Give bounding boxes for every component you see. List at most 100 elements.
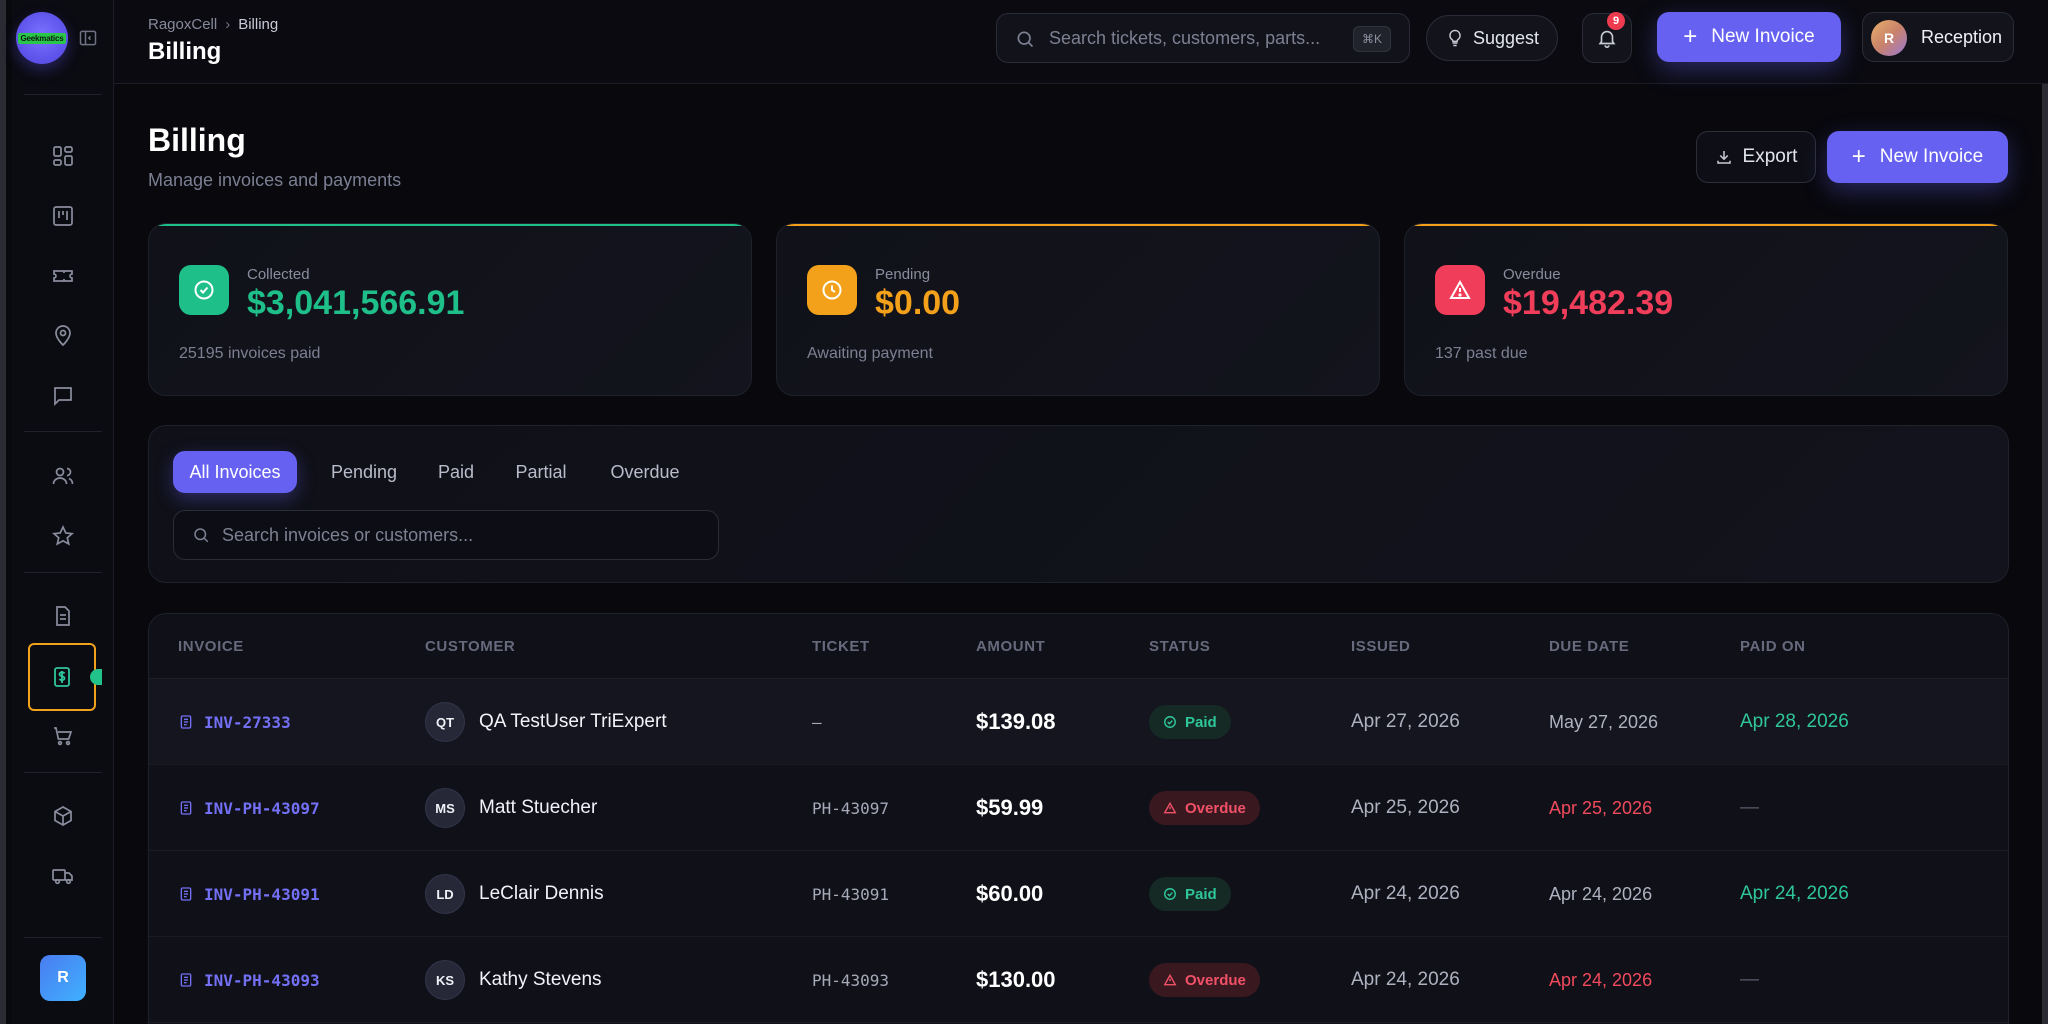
global-search-placeholder: Search tickets, customers, parts... xyxy=(1049,27,1321,48)
new-invoice-button[interactable]: + New Invoice xyxy=(1827,131,2008,183)
column-header[interactable]: PAID ON xyxy=(1740,638,1806,655)
search-icon xyxy=(194,528,209,543)
sidebar-item-favorites[interactable] xyxy=(32,507,94,565)
status-label: Overdue xyxy=(1185,971,1246,989)
chevron-right-icon: › xyxy=(225,16,231,33)
stat-label: Collected xyxy=(247,266,310,283)
customer-name: Kathy Stevens xyxy=(479,969,602,990)
status-cell: Overdue xyxy=(1149,937,1260,1023)
issued-date: Apr 27, 2026 xyxy=(1351,711,1460,732)
customer-avatar: LD xyxy=(425,874,465,914)
sidebar-item-messages[interactable] xyxy=(32,367,94,425)
breadcrumb-root[interactable]: RagoxCell xyxy=(148,16,217,33)
invoice-search-input[interactable]: Search invoices or customers... xyxy=(173,510,719,560)
chat-icon xyxy=(54,387,72,407)
breadcrumb-current: Billing xyxy=(238,16,279,33)
sidebar-item-billing[interactable] xyxy=(28,643,102,711)
customer-cell: LD LeClair Dennis xyxy=(425,851,604,937)
invoice-search-placeholder: Search invoices or customers... xyxy=(222,524,474,545)
column-header[interactable]: AMOUNT xyxy=(976,638,1045,655)
table-row[interactable]: INV-PH-43093 KS Kathy Stevens PH-43093 $… xyxy=(149,937,2008,1023)
sidebar-divider xyxy=(24,772,102,773)
top-bar: RagoxCell › Billing Billing Search ticke… xyxy=(114,0,2048,84)
export-button[interactable]: Export xyxy=(1696,131,1816,183)
app-logo[interactable]: Geekmatics xyxy=(16,12,68,64)
table-row[interactable]: INV-PH-43097 MS Matt Stuecher PH-43097 $… xyxy=(149,765,2008,851)
status-label: Overdue xyxy=(1185,799,1246,817)
table-header: INVOICE CUSTOMER TICKET AMOUNT STATUS IS… xyxy=(149,614,2008,679)
column-header[interactable]: TICKET xyxy=(812,638,870,655)
sidebar-item-inventory[interactable] xyxy=(32,787,94,845)
tab-overdue[interactable]: Overdue xyxy=(589,451,701,493)
download-icon xyxy=(1716,151,1731,164)
stat-footnote: 25195 invoices paid xyxy=(179,345,321,362)
check-circle-icon xyxy=(1164,888,1176,900)
card-accent-line xyxy=(157,224,743,226)
page-title: Billing xyxy=(148,122,246,158)
tab-partial[interactable]: Partial xyxy=(493,451,589,493)
tab-all-invoices[interactable]: All Invoices xyxy=(173,451,297,493)
paid-on-date: Apr 24, 2026 xyxy=(1740,883,1849,904)
sidebar-item-documents[interactable] xyxy=(32,587,94,645)
notifications-button[interactable]: 9 xyxy=(1582,12,1632,63)
sidebar-item-tickets[interactable] xyxy=(32,247,94,305)
sidebar-item-locations[interactable] xyxy=(32,307,94,365)
sidebar-item-dashboard[interactable] xyxy=(32,127,94,185)
ticket-id: PH-43091 xyxy=(812,884,890,904)
stat-footnote: 137 past due xyxy=(1435,345,1528,362)
clock-icon xyxy=(807,265,857,315)
sidebar-collapse-icon[interactable] xyxy=(78,28,98,48)
invoice-link[interactable]: INV-PH-43091 xyxy=(178,851,320,937)
user-menu-button[interactable]: R Reception xyxy=(1862,12,2014,62)
column-header[interactable]: ISSUED xyxy=(1351,638,1410,655)
sidebar-divider xyxy=(24,937,102,938)
issued-date: Apr 24, 2026 xyxy=(1351,969,1460,990)
invoice-link[interactable]: INV-PH-43093 xyxy=(178,937,320,1023)
status-cell: Paid xyxy=(1149,851,1231,937)
invoice-number: INV-27333 xyxy=(204,712,291,732)
alert-triangle-icon xyxy=(1163,973,1177,986)
ticket-id: – xyxy=(812,712,822,732)
customer-cell: KS Kathy Stevens xyxy=(425,937,602,1023)
status-label: Paid xyxy=(1185,885,1217,903)
user-avatar[interactable]: R xyxy=(40,955,86,1001)
tab-pending[interactable]: Pending xyxy=(309,451,419,493)
invoice-number: INV-PH-43097 xyxy=(204,798,320,818)
star-icon xyxy=(51,524,75,546)
sidebar-divider xyxy=(24,94,102,95)
receipt-icon xyxy=(180,801,192,815)
column-header[interactable]: DUE DATE xyxy=(1549,638,1629,655)
table-row[interactable]: INV-27333 QT QA TestUser TriExpert – $13… xyxy=(149,679,2008,765)
sidebar-item-customers[interactable] xyxy=(32,447,94,505)
ticket-id: PH-43093 xyxy=(812,970,890,990)
cart-icon xyxy=(54,727,73,746)
user-menu-avatar: R xyxy=(1871,20,1907,56)
sidebar-item-cart[interactable] xyxy=(32,707,94,765)
invoice-number: INV-PH-43091 xyxy=(204,884,320,904)
user-menu-name: Reception xyxy=(1921,26,2003,47)
customer-avatar: QT xyxy=(425,702,465,742)
invoice-link[interactable]: INV-27333 xyxy=(178,679,291,765)
column-header[interactable]: INVOICE xyxy=(178,638,244,655)
suggest-button[interactable]: Suggest xyxy=(1426,15,1558,61)
sidebar-item-shipping[interactable] xyxy=(32,847,94,905)
global-search-input[interactable]: Search tickets, customers, parts... ⌘K xyxy=(996,13,1410,63)
plus-icon: + xyxy=(1851,143,1866,170)
lightbulb-icon xyxy=(1449,29,1461,47)
logo-text: Geekmatics xyxy=(17,32,67,44)
column-header[interactable]: STATUS xyxy=(1149,638,1210,655)
customer-avatar: KS xyxy=(425,960,465,1000)
ticket-icon xyxy=(53,270,73,282)
customer-name: LeClair Dennis xyxy=(479,883,604,904)
due-date: May 27, 2026 xyxy=(1549,711,1659,732)
column-header[interactable]: CUSTOMER xyxy=(425,638,515,655)
stat-card-pending: Pending $0.00 Awaiting payment xyxy=(776,223,1380,396)
new-invoice-button-header[interactable]: + New Invoice xyxy=(1657,12,1841,62)
page-subtitle: Manage invoices and payments xyxy=(148,170,402,190)
invoice-link[interactable]: INV-PH-43097 xyxy=(178,765,320,851)
table-row[interactable]: INV-PH-43091 LD LeClair Dennis PH-43091 … xyxy=(149,851,2008,937)
stat-value: $19,482.39 xyxy=(1503,284,1674,322)
sidebar-item-board[interactable] xyxy=(32,187,94,245)
tab-paid[interactable]: Paid xyxy=(419,451,493,493)
export-label: Export xyxy=(1742,146,1798,167)
